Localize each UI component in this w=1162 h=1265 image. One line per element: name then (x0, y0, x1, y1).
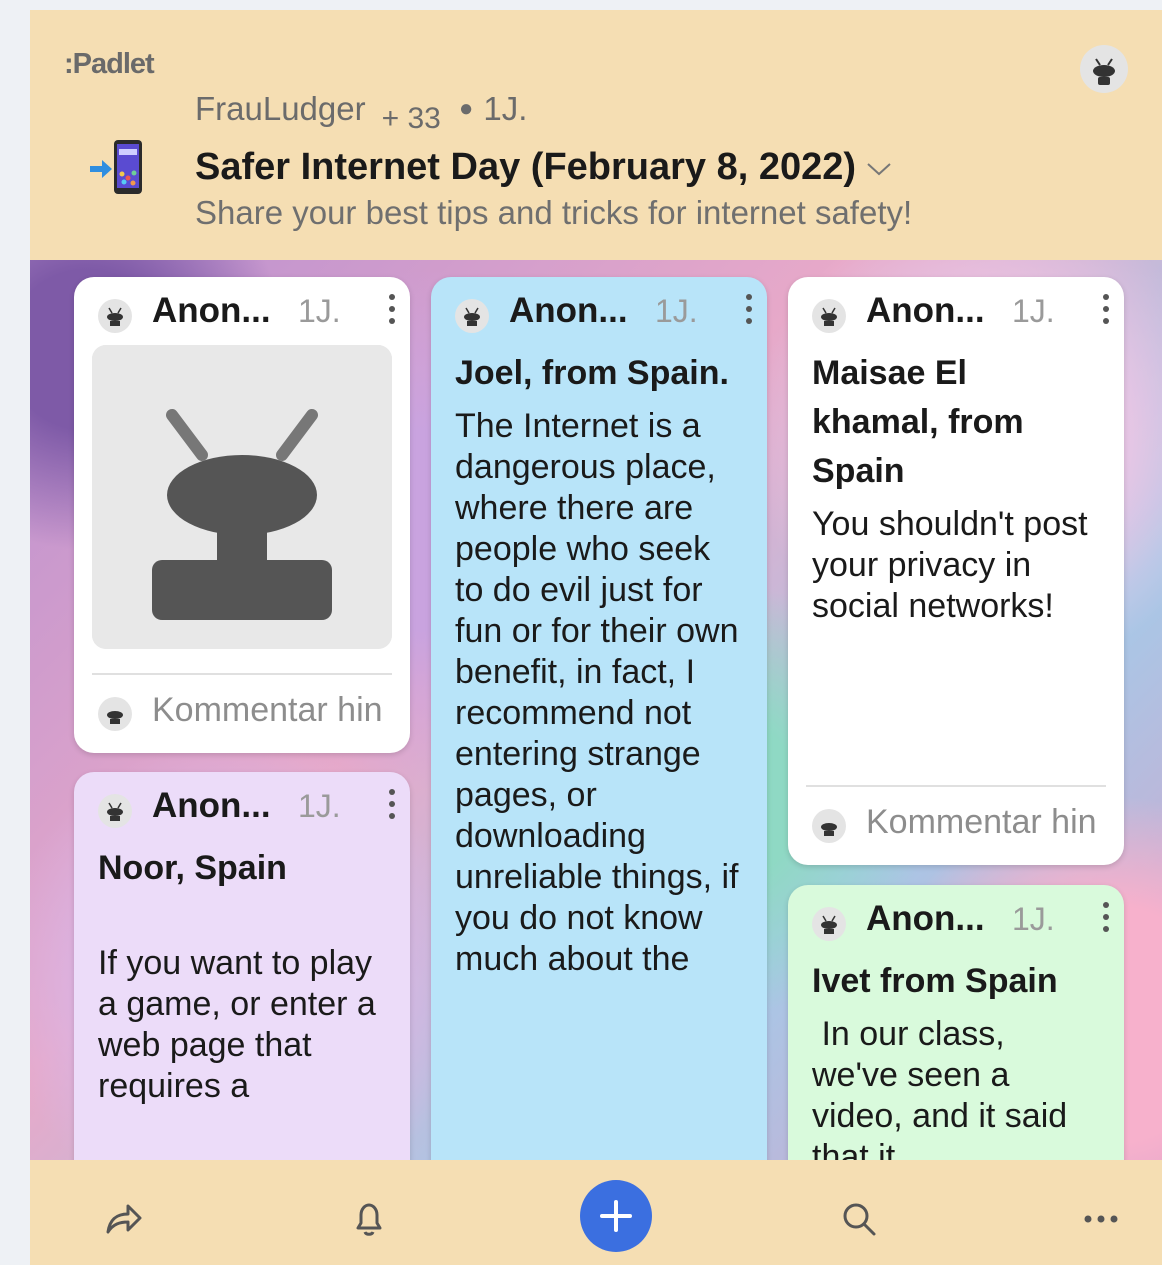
more-vertical-icon[interactable] (386, 291, 398, 327)
post-time: 1J. (1012, 901, 1055, 937)
post-author: Anon... (866, 291, 985, 330)
wall-background: Anon... 1J. Kommentar hin Anon... 1J. No… (30, 260, 1162, 1160)
bell-icon[interactable] (348, 1198, 390, 1240)
phone-icon (88, 138, 148, 198)
post-header: Anon... 1J. (431, 277, 767, 345)
post-time: 1J. (298, 293, 341, 329)
post-card[interactable]: Anon... 1J. Maisae El khamal, from Spain… (788, 277, 1124, 865)
search-icon[interactable] (838, 1198, 880, 1240)
post-title: Ivet from Spain (812, 962, 1058, 1000)
comment-input[interactable]: Kommentar hin (866, 803, 1097, 842)
divider (806, 785, 1106, 787)
post-body: In our class, we've seen a video, and it… (812, 1015, 1077, 1160)
ant-avatar-icon (1093, 58, 1115, 85)
padlet-logo[interactable]: :Padlet (64, 48, 155, 81)
more-vertical-icon[interactable] (1100, 291, 1112, 327)
add-post-button[interactable] (580, 1180, 652, 1252)
post-card[interactable]: Anon... 1J. Kommentar hin (74, 277, 410, 753)
bottom-toolbar (30, 1160, 1162, 1265)
post-title: Joel, from Spain. (455, 354, 729, 392)
ant-avatar-icon (455, 299, 489, 333)
post-title: Noor, Spain (98, 849, 287, 887)
post-author: Anon... (152, 291, 271, 330)
more-vertical-icon[interactable] (1100, 899, 1112, 935)
board-title-text: Safer Internet Day (February 8, 2022) (195, 146, 857, 188)
post-body: You shouldn't post your privacy in socia… (812, 505, 1088, 625)
board-title[interactable]: Safer Internet Day (February 8, 2022) (195, 146, 892, 189)
more-vertical-icon[interactable] (386, 786, 398, 822)
user-avatar[interactable] (1080, 45, 1128, 93)
contributors-count[interactable]: + 33 (382, 102, 441, 135)
post-title: Maisae El khamal, from Spain (812, 354, 1024, 490)
plus-icon (600, 1200, 632, 1232)
ant-avatar-icon (812, 299, 846, 333)
post-card[interactable]: Anon... 1J. Noor, Spain If you want to p… (74, 772, 410, 1160)
post-header: Anon... 1J. (788, 885, 1124, 953)
padlet-app: :Padlet FrauLudger + 33 ● 1J. Safer Interne… (30, 10, 1162, 1265)
post-body: If you want to play a game, or enter a w… (98, 944, 376, 1105)
ant-avatar-icon (98, 697, 132, 731)
post-time: 1J. (298, 788, 341, 824)
chevron-down-icon[interactable] (866, 162, 892, 176)
post-image[interactable] (92, 345, 392, 649)
post-card[interactable]: Anon... 1J. Joel, from Spain. The Intern… (431, 277, 767, 1160)
comment-input[interactable]: Kommentar hin (152, 691, 383, 730)
ant-avatar-icon (812, 809, 846, 843)
separator-dot: ● (458, 95, 474, 122)
post-header: Anon... 1J. (788, 277, 1124, 345)
board-meta: FrauLudger + 33 ● 1J. (195, 90, 528, 135)
ant-avatar-icon (812, 907, 846, 941)
ant-avatar-icon (98, 299, 132, 333)
board-age: 1J. (483, 90, 528, 127)
share-icon[interactable] (102, 1198, 144, 1240)
board-author[interactable]: FrauLudger (195, 90, 366, 127)
post-author: Anon... (866, 899, 985, 938)
post-author: Anon... (509, 291, 628, 330)
post-body: The Internet is a dangerous place, where… (455, 407, 739, 978)
post-time: 1J. (1012, 293, 1055, 329)
more-vertical-icon[interactable] (743, 291, 755, 327)
post-header: Anon... 1J. (74, 772, 410, 840)
ant-avatar-icon (98, 794, 132, 828)
post-header: Anon... 1J. (74, 277, 410, 345)
comment-row[interactable]: Kommentar hin (788, 785, 1124, 865)
board-subtitle: Share your best tips and tricks for inte… (195, 194, 913, 231)
ant-image-icon (92, 345, 392, 649)
post-time: 1J. (655, 293, 698, 329)
post-card[interactable]: Anon... 1J. Ivet from Spain In our class… (788, 885, 1124, 1160)
post-author: Anon... (152, 786, 271, 825)
more-icon[interactable] (1080, 1198, 1122, 1240)
comment-row[interactable]: Kommentar hin (74, 673, 410, 753)
divider (92, 673, 392, 675)
